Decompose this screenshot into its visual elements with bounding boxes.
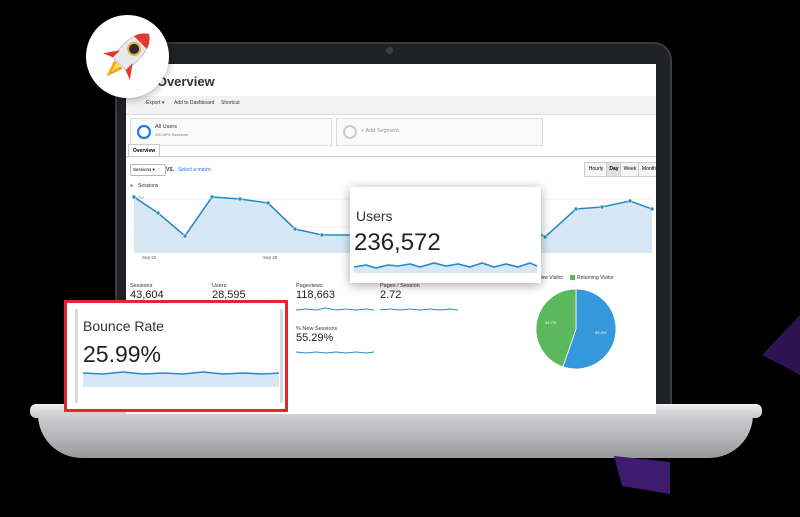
x-tick-sep29: Sep 29	[263, 255, 278, 260]
users-card-value: 236,572	[354, 229, 441, 256]
legend-returning-swatch	[570, 275, 575, 280]
segment-sub: 100.00% Sessions	[155, 132, 189, 137]
metric-value: 55.29%	[296, 332, 334, 344]
segment-circle-icon	[137, 125, 151, 139]
add-to-dashboard-button[interactable]: Add to Dashboard	[174, 100, 214, 106]
bounce-rate-card: Bounce Rate 25.99%	[64, 300, 288, 412]
segment-all-users[interactable]: All Users 100.00% Sessions	[130, 118, 332, 146]
metric-sessions: Sessions 43,604	[130, 283, 210, 301]
pageviews-sparkline	[295, 307, 375, 311]
bounce-rate-label: Bounce Rate	[83, 318, 164, 334]
bounce-rate-value: 25.99%	[83, 341, 162, 367]
granularity-hourly[interactable]: Hourly	[584, 162, 608, 177]
decorative-shape	[614, 456, 670, 494]
pie-label-returning: 44.7%	[545, 320, 557, 325]
legend-returning-visitor: Returning Visitor	[577, 275, 614, 281]
visitor-pie-chart: 55.3% 44.7%	[535, 288, 617, 370]
x-tick-sep22: Sep 22	[142, 255, 157, 260]
add-segment-button[interactable]: + Add Segment	[336, 118, 543, 146]
metric-value: 118,663	[296, 289, 335, 301]
users-card: Users 236,572	[350, 187, 541, 283]
metric-users: Users 28,595	[212, 283, 292, 301]
granularity-week[interactable]: Week	[620, 162, 640, 177]
add-segment-label: + Add Segment	[361, 128, 399, 134]
legend-new-visitor: New Visitor	[538, 275, 564, 281]
pie-label-new: 55.3%	[595, 330, 607, 335]
pages-per-session-sparkline	[379, 308, 459, 311]
users-card-label: Users	[356, 208, 393, 224]
bounce-rate-sparkline	[83, 371, 279, 387]
metric-pageviews: Pageviews 118,663	[295, 283, 376, 319]
add-circle-icon	[343, 125, 357, 139]
toolbar: Export ▾ Add to Dashboard Shortcut	[126, 96, 656, 115]
select-metric-link[interactable]: Select a metric	[178, 167, 211, 173]
segment-label: All Users	[155, 124, 178, 130]
granularity-month[interactable]: Month	[638, 162, 656, 177]
export-button[interactable]: Export ▾	[146, 100, 164, 106]
vs-label: VS.	[166, 167, 175, 173]
rocket-badge	[86, 15, 169, 98]
decorative-shape	[762, 315, 800, 375]
shortcut-button[interactable]: Shortcut	[221, 100, 240, 106]
metric-pages-per-session: Pages / Session 2.72	[379, 283, 460, 319]
users-sparkline	[354, 262, 537, 273]
laptop-base	[38, 410, 753, 458]
new-sessions-sparkline	[295, 351, 375, 354]
tab-divider	[126, 156, 656, 157]
metric-value: 2.72	[380, 289, 402, 301]
rocket-icon	[102, 33, 150, 81]
metric-select[interactable]: Sessions ▾	[130, 164, 166, 176]
camera-dot	[386, 47, 393, 54]
metric-new-sessions: % New Sessions 55.29%	[295, 326, 376, 362]
